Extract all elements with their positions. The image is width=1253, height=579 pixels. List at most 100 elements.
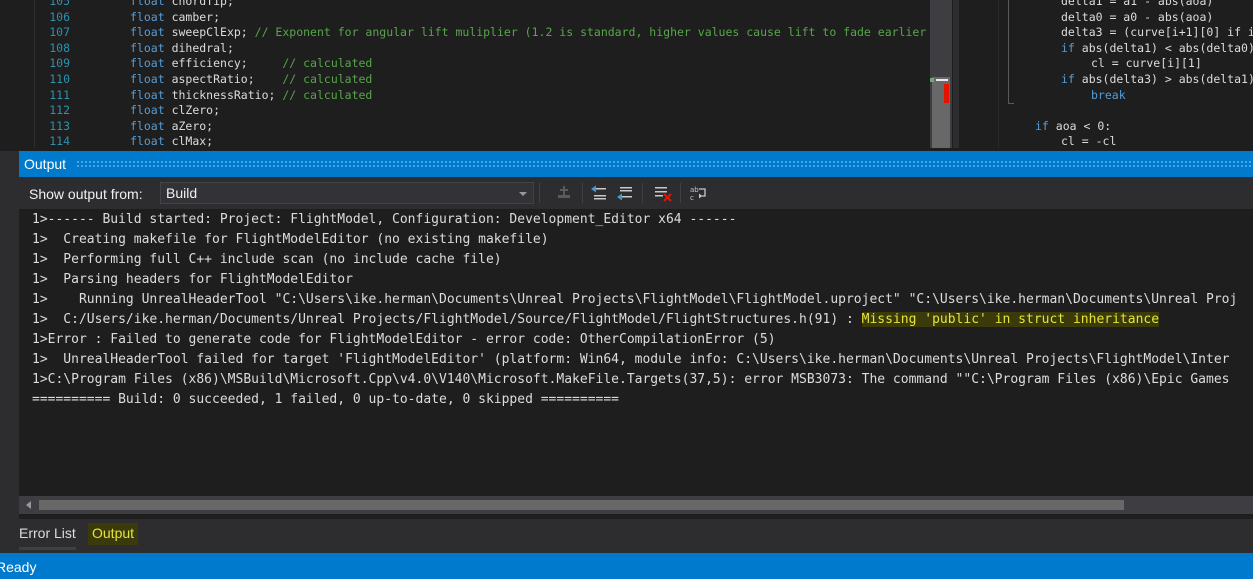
svg-text:ab: ab: [690, 186, 699, 194]
code-identifier: camber;: [171, 9, 221, 24]
caret-position-marker: [936, 79, 948, 81]
output-line[interactable]: 1>Error : Failed to generate code for Fl…: [32, 330, 776, 350]
output-line[interactable]: 1> UnrealHeaderTool failed for target 'F…: [32, 350, 1229, 370]
output-line-text: 1> Creating makefile for FlightModelEdit…: [32, 232, 549, 247]
output-line[interactable]: 1>------ Build started: Project: FlightM…: [32, 210, 736, 230]
code-comment: // calculated: [247, 56, 373, 71]
toolbar-separator: [680, 183, 681, 203]
code-keyword: float: [130, 25, 165, 40]
horizontal-scrollbar[interactable]: [19, 496, 1253, 514]
code-line: 107 float sweepClExp; // Exponent for ang…: [0, 25, 930, 41]
error-marker: [944, 84, 949, 103]
side-code-line: delta0 = a0 - abs(aoa): [1061, 10, 1213, 26]
output-line[interactable]: 1> Performing full C++ include scan (no …: [32, 250, 502, 270]
toolbar-separator: [642, 183, 643, 203]
output-toolbar: Show output from: Build ab c: [19, 177, 1253, 209]
output-source-value: Build: [166, 185, 198, 201]
output-line-text: 1>C:\Program Files (x86)\MSBuild\Microso…: [32, 372, 1230, 387]
code-line: 114 float clMax;: [0, 134, 930, 148]
find-message-in-code-icon[interactable]: [553, 183, 575, 203]
drag-grip[interactable]: [76, 160, 1253, 168]
svg-text:c: c: [690, 194, 694, 202]
code-text: float clZero;: [130, 103, 220, 119]
line-number: 108: [49, 40, 70, 55]
output-line[interactable]: 1>C:\Program Files (x86)\MSBuild\Microso…: [32, 370, 1229, 390]
output-line-text: 1>Error : Failed to generate code for Fl…: [32, 332, 776, 347]
side-code-line: cl = curve[i][1]: [1091, 56, 1202, 72]
tab-error-list[interactable]: Error List: [19, 523, 76, 545]
code-text: delta0 = a0 - abs(aoa): [1061, 9, 1214, 24]
code-keyword: if: [1061, 40, 1082, 55]
line-number: 110: [49, 72, 70, 86]
next-message-icon[interactable]: [614, 183, 636, 203]
output-title: Output: [24, 156, 67, 172]
line-number: 109: [49, 56, 70, 71]
code-text: float clMax;: [130, 134, 213, 148]
output-line-text: 1> Parsing headers for FlightModelEditor: [32, 272, 353, 287]
toolbar-separator: [539, 183, 540, 203]
output-line-text: 1> Performing full C++ include scan (no …: [32, 252, 502, 267]
code-identifier: clMax;: [171, 134, 214, 148]
code-keyword: float: [130, 103, 165, 118]
output-title-bar[interactable]: Output: [19, 151, 1253, 177]
line-number: 106: [49, 9, 70, 24]
code-line: 105 float chordTip;: [0, 0, 930, 10]
tab-underline: [19, 547, 76, 550]
code-text: float aZero;: [130, 119, 213, 135]
code-identifier: clZero;: [171, 103, 221, 118]
status-bar: Ready: [0, 553, 1253, 579]
output-text-area[interactable]: 1>------ Build started: Project: FlightM…: [19, 209, 1253, 496]
line-number: 111: [49, 87, 70, 102]
chevron-down-icon: [519, 192, 527, 196]
side-code-editor[interactable]: delta1 = a1 - abs(aoa) delta0 = a0 - abs(…: [959, 0, 1253, 148]
output-line[interactable]: 1> Running UnrealHeaderTool "C:\Users\ik…: [32, 290, 1237, 310]
code-text: delta3 = (curve[i+1][0] if i: [1061, 25, 1253, 40]
output-line[interactable]: 1> C:/Users/ike.herman/Documents/Unreal …: [32, 310, 1160, 330]
change-marker: [930, 78, 934, 82]
code-line: 112 float clZero;: [0, 103, 930, 119]
code-identifier: aZero;: [171, 118, 214, 133]
code-line: 113 float aZero;: [0, 119, 930, 135]
line-number: 114: [49, 134, 70, 148]
left-dock-strip: [0, 151, 19, 553]
code-text: cl = curve[i][1]: [1091, 56, 1202, 71]
code-keyword: float: [130, 40, 165, 55]
horizontal-scrollbar-thumb[interactable]: [39, 500, 1124, 510]
code-keyword: float: [130, 9, 165, 24]
previous-message-icon[interactable]: [588, 183, 610, 203]
show-output-label: Show output from:: [29, 186, 143, 202]
side-code-line: break: [1091, 88, 1126, 104]
word-wrap-icon[interactable]: ab c: [688, 183, 710, 203]
line-number: 112: [49, 103, 70, 118]
code-line: 111 float thicknessRatio; // calculated: [0, 88, 930, 104]
code-identifier: chordTip;: [171, 0, 234, 8]
side-code-line: delta3 = (curve[i+1][0] if i: [1061, 25, 1253, 41]
code-line: 106 float camber;: [0, 10, 930, 26]
code-keyword: if: [1061, 72, 1082, 86]
side-editor-gutter: [959, 0, 999, 148]
code-text: aoa < 0:: [1055, 118, 1112, 133]
output-source-dropdown[interactable]: Build: [160, 182, 534, 204]
scroll-left-icon[interactable]: [26, 501, 31, 509]
code-identifier: thicknessRatio;: [171, 87, 276, 102]
output-line[interactable]: 1> Parsing headers for FlightModelEditor: [32, 270, 353, 290]
code-comment: // Exponent for angular lift muliplier (…: [247, 25, 930, 40]
code-line: 109 float efficiency; // calculated: [0, 56, 930, 72]
tab-output[interactable]: Output: [88, 523, 139, 545]
line-number: 113: [49, 118, 70, 133]
output-line[interactable]: ========== Build: 0 succeeded, 1 failed,…: [32, 390, 619, 410]
code-keyword: float: [130, 72, 165, 86]
error-highlight: Missing 'public' in struct inheritance: [861, 312, 1160, 327]
code-identifier: dihedral;: [171, 40, 234, 55]
side-code-line: cl = -cl: [1061, 134, 1116, 148]
clear-all-icon[interactable]: [652, 183, 674, 203]
code-text: float sweepClExp; // Exponent for angula…: [130, 25, 930, 41]
line-number: 107: [49, 25, 70, 40]
fold-guide: [1008, 0, 1009, 103]
code-identifier: aspectRatio;: [171, 72, 255, 86]
output-line[interactable]: 1> Creating makefile for FlightModelEdit…: [32, 230, 549, 250]
output-line-text: 1> Running UnrealHeaderTool "C:\Users\ik…: [32, 292, 1238, 307]
code-text: float camber;: [130, 10, 220, 26]
code-editor[interactable]: 105 float chordTip; 106 float camber; 107 flo…: [0, 0, 960, 148]
side-code-line: if abs(delta1) < abs(delta0): [1061, 41, 1253, 57]
